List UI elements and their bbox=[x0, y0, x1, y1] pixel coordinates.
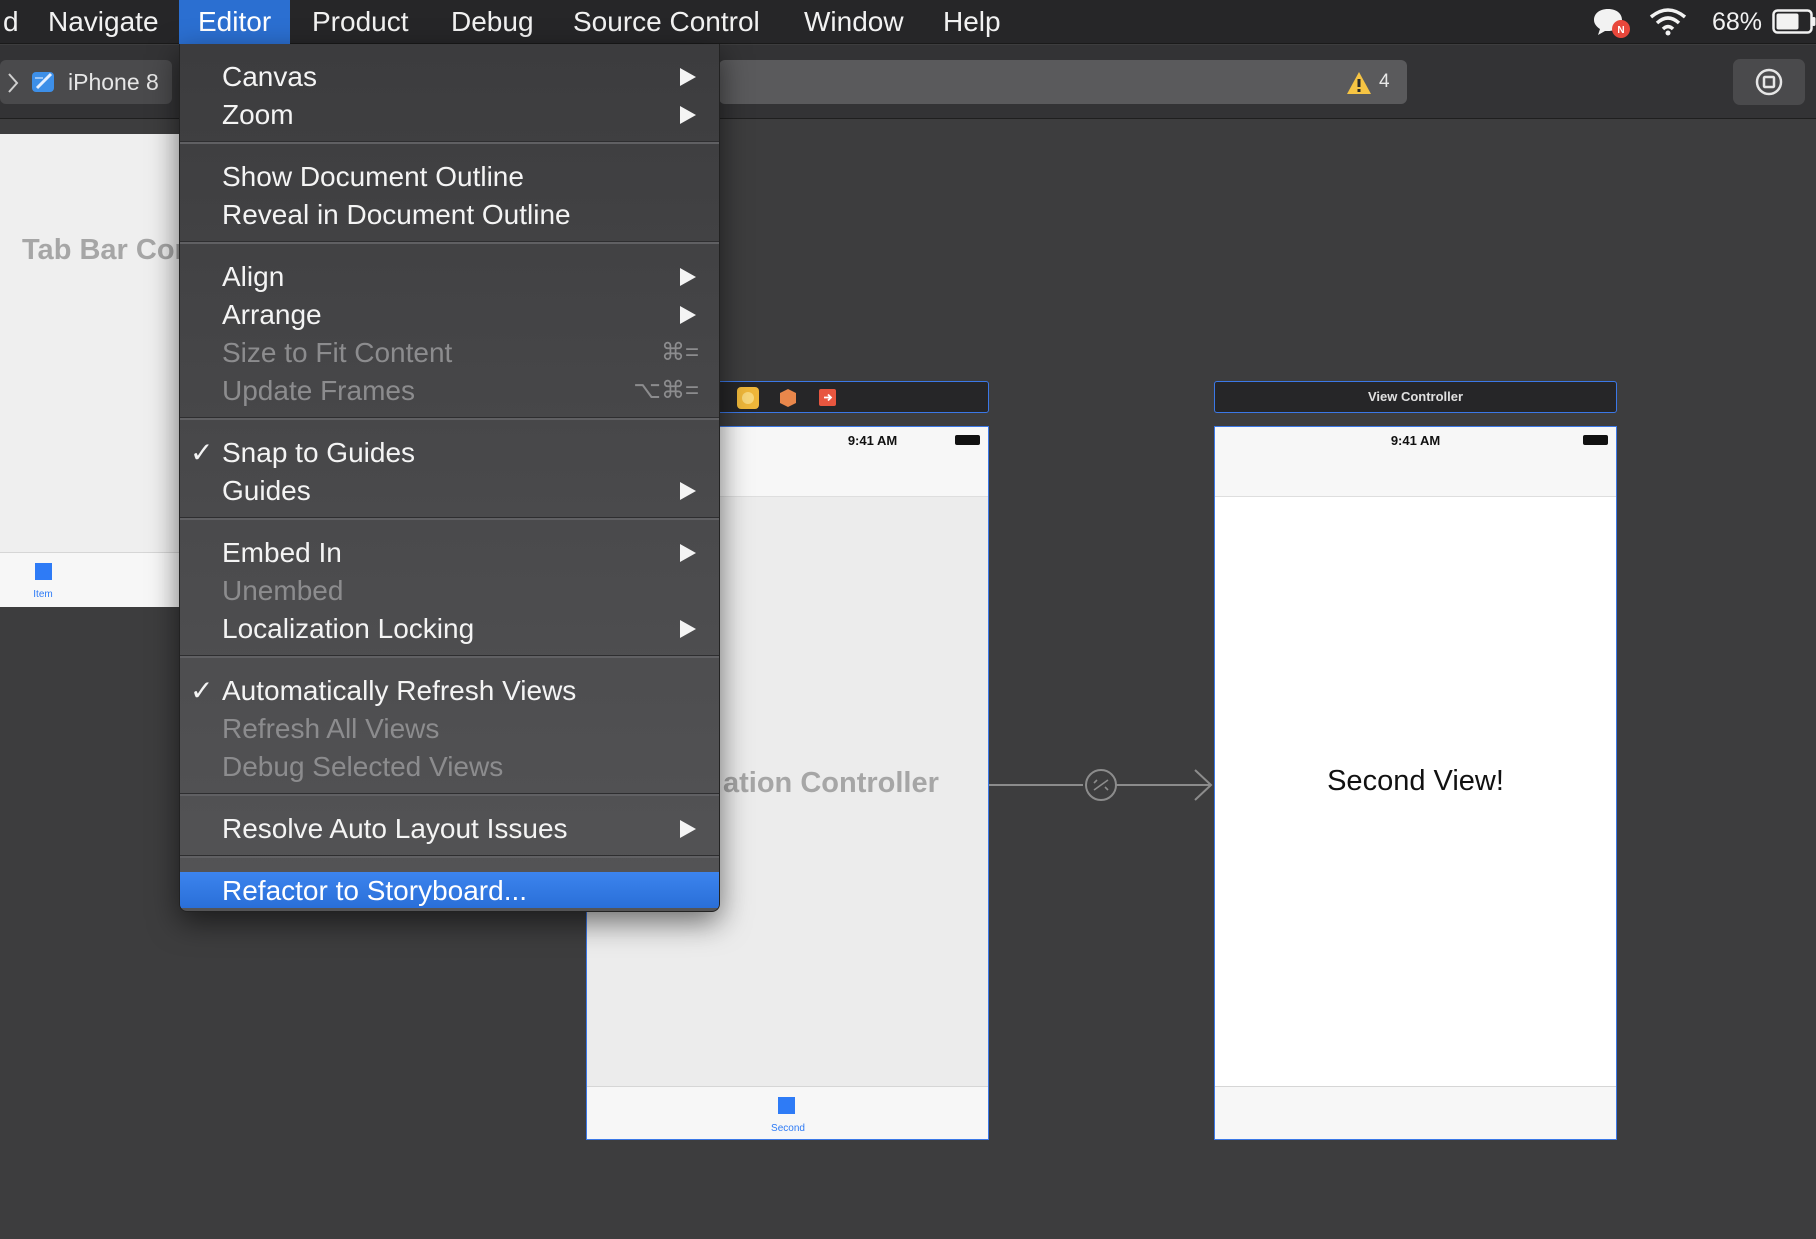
menu-item-show-document-outline[interactable]: Show Document Outline bbox=[180, 158, 719, 196]
menu-item-size-to-fit-content: Size to Fit Content ⌘= bbox=[180, 334, 719, 372]
notification-badge-icon[interactable]: N bbox=[1592, 5, 1632, 39]
menu-item-localization-locking[interactable]: Localization Locking bbox=[180, 610, 719, 648]
menu-item-label: Align bbox=[222, 261, 285, 292]
controller-icon[interactable] bbox=[737, 387, 759, 409]
menu-item-label: Unembed bbox=[222, 575, 344, 606]
menu-item-label: Refactor to Storyboard... bbox=[222, 875, 528, 906]
menu-item-label: Debug Selected Views bbox=[222, 751, 504, 782]
menu-separator bbox=[180, 241, 719, 244]
menu-item-unembed: Unembed bbox=[180, 572, 719, 610]
menu-item-reveal-in-document-outline[interactable]: Reveal in Document Outline bbox=[180, 196, 719, 234]
shortcut-label: ⌘= bbox=[660, 339, 699, 366]
menu-separator bbox=[180, 793, 719, 796]
second-view-label[interactable]: Second View! bbox=[1215, 765, 1616, 798]
stop-square-icon bbox=[1755, 68, 1783, 96]
exit-icon[interactable] bbox=[819, 389, 836, 406]
menu-item-label: Show Document Outline bbox=[222, 161, 524, 192]
status-time: 9:41 AM bbox=[1390, 433, 1441, 448]
status-area: N 68% bbox=[0, 0, 1816, 44]
scheme-device: iPhone 8 bbox=[68, 69, 159, 95]
menu-item-label: Zoom bbox=[222, 99, 294, 130]
submenu-arrow-icon bbox=[680, 68, 696, 86]
menu-item-debug-selected-views: Debug Selected Views bbox=[180, 748, 719, 786]
submenu-arrow-icon bbox=[680, 306, 696, 324]
activity-viewer[interactable]: 4 bbox=[719, 60, 1407, 104]
tab-bar: Item bbox=[0, 552, 180, 607]
menu-item-label: Resolve Auto Layout Issues bbox=[222, 813, 568, 844]
menu-item-guides[interactable]: Guides bbox=[180, 472, 719, 510]
battery-icon[interactable] bbox=[1772, 9, 1816, 35]
tab-bar bbox=[1215, 1086, 1616, 1139]
menu-item-refresh-all-views: Refresh All Views bbox=[180, 710, 719, 748]
menu-item-align[interactable]: Align bbox=[180, 258, 719, 296]
warning-triangle-icon[interactable] bbox=[1345, 70, 1373, 96]
menu-item-automatically-refresh-views[interactable]: ✓ Automatically Refresh Views bbox=[180, 672, 719, 710]
menu-separator bbox=[180, 141, 719, 144]
menu-item-label: Automatically Refresh Views bbox=[222, 675, 577, 706]
submenu-arrow-icon bbox=[680, 820, 696, 838]
menu-item-label: Localization Locking bbox=[222, 613, 475, 644]
status-bar: 9:41 AM bbox=[1215, 427, 1616, 497]
tab-item-icon bbox=[35, 563, 52, 580]
wifi-icon[interactable] bbox=[1648, 7, 1688, 37]
first-responder-icon[interactable] bbox=[779, 388, 797, 408]
menu-item-label: Embed In bbox=[222, 537, 342, 568]
submenu-arrow-icon bbox=[680, 268, 696, 286]
menu-item-label: Snap to Guides bbox=[222, 437, 416, 468]
svg-text:N: N bbox=[1617, 25, 1624, 36]
tab-bar-controller-scene[interactable]: Tab Bar Cor Item bbox=[0, 134, 186, 607]
warning-count: 4 bbox=[1379, 71, 1390, 92]
view-controller-phone[interactable]: 9:41 AM Second View! bbox=[1214, 426, 1617, 1140]
middle-scene-header[interactable] bbox=[700, 381, 989, 413]
menu-item-label: Reveal in Document Outline bbox=[222, 199, 571, 230]
menu-item-resolve-auto-layout-issues[interactable]: Resolve Auto Layout Issues bbox=[180, 810, 719, 848]
right-scene-header[interactable]: View Controller bbox=[1214, 381, 1617, 413]
menu-separator bbox=[180, 655, 719, 658]
tab-item-label: Second bbox=[771, 1123, 805, 1134]
menu-item-label: Canvas bbox=[222, 61, 317, 92]
menu-item-label: Arrange bbox=[222, 299, 322, 330]
scene-title: Tab Bar Cor bbox=[22, 234, 186, 266]
xcode-app-icon bbox=[32, 72, 54, 92]
editor-menu: Canvas Zoom Show Document Outline Reveal in… bbox=[179, 44, 720, 912]
submenu-arrow-icon bbox=[680, 482, 696, 500]
scene-title: ation Controller bbox=[723, 767, 939, 799]
tab-item-icon bbox=[778, 1097, 795, 1114]
menu-item-label: Refresh All Views bbox=[222, 713, 440, 744]
battery-indicator-icon bbox=[955, 435, 980, 445]
submenu-arrow-icon bbox=[680, 544, 696, 562]
shortcut-label: ⌥⌘= bbox=[633, 377, 699, 404]
menu-item-update-frames: Update Frames ⌥⌘= bbox=[180, 372, 719, 410]
segue-icon[interactable] bbox=[989, 760, 1214, 810]
menu-separator bbox=[180, 517, 719, 520]
menu-bar: d Navigate Editor Product Debug Source C… bbox=[0, 0, 1816, 44]
menu-separator bbox=[180, 855, 719, 858]
chevron-right-icon bbox=[8, 73, 19, 93]
battery-percent: 68% bbox=[1712, 8, 1763, 36]
menu-separator bbox=[180, 417, 719, 420]
menu-item-embed-in[interactable]: Embed In bbox=[180, 534, 719, 572]
menu-item-canvas[interactable]: Canvas bbox=[180, 58, 719, 96]
scheme-selector[interactable]: iPhone 8 bbox=[0, 60, 172, 104]
tab-item-label: Item bbox=[33, 589, 53, 600]
battery-indicator-icon bbox=[1583, 435, 1608, 445]
stop-button[interactable] bbox=[1733, 59, 1805, 105]
menu-item-zoom[interactable]: Zoom bbox=[180, 96, 719, 134]
checkmark-icon: ✓ bbox=[190, 675, 214, 706]
submenu-arrow-icon bbox=[680, 620, 696, 638]
menu-item-label: Size to Fit Content bbox=[222, 337, 453, 368]
menu-item-snap-to-guides[interactable]: ✓ Snap to Guides bbox=[180, 434, 719, 472]
menu-item-arrange[interactable]: Arrange bbox=[180, 296, 719, 334]
submenu-arrow-icon bbox=[680, 106, 696, 124]
tab-bar: Second bbox=[587, 1086, 988, 1139]
menu-item-refactor-to-storyboard[interactable]: Refactor to Storyboard... bbox=[180, 872, 719, 908]
scene-header-title: View Controller bbox=[1367, 389, 1464, 404]
checkmark-icon: ✓ bbox=[190, 437, 214, 468]
menu-item-label: Guides bbox=[222, 475, 311, 506]
menu-item-label: Update Frames bbox=[222, 375, 415, 406]
